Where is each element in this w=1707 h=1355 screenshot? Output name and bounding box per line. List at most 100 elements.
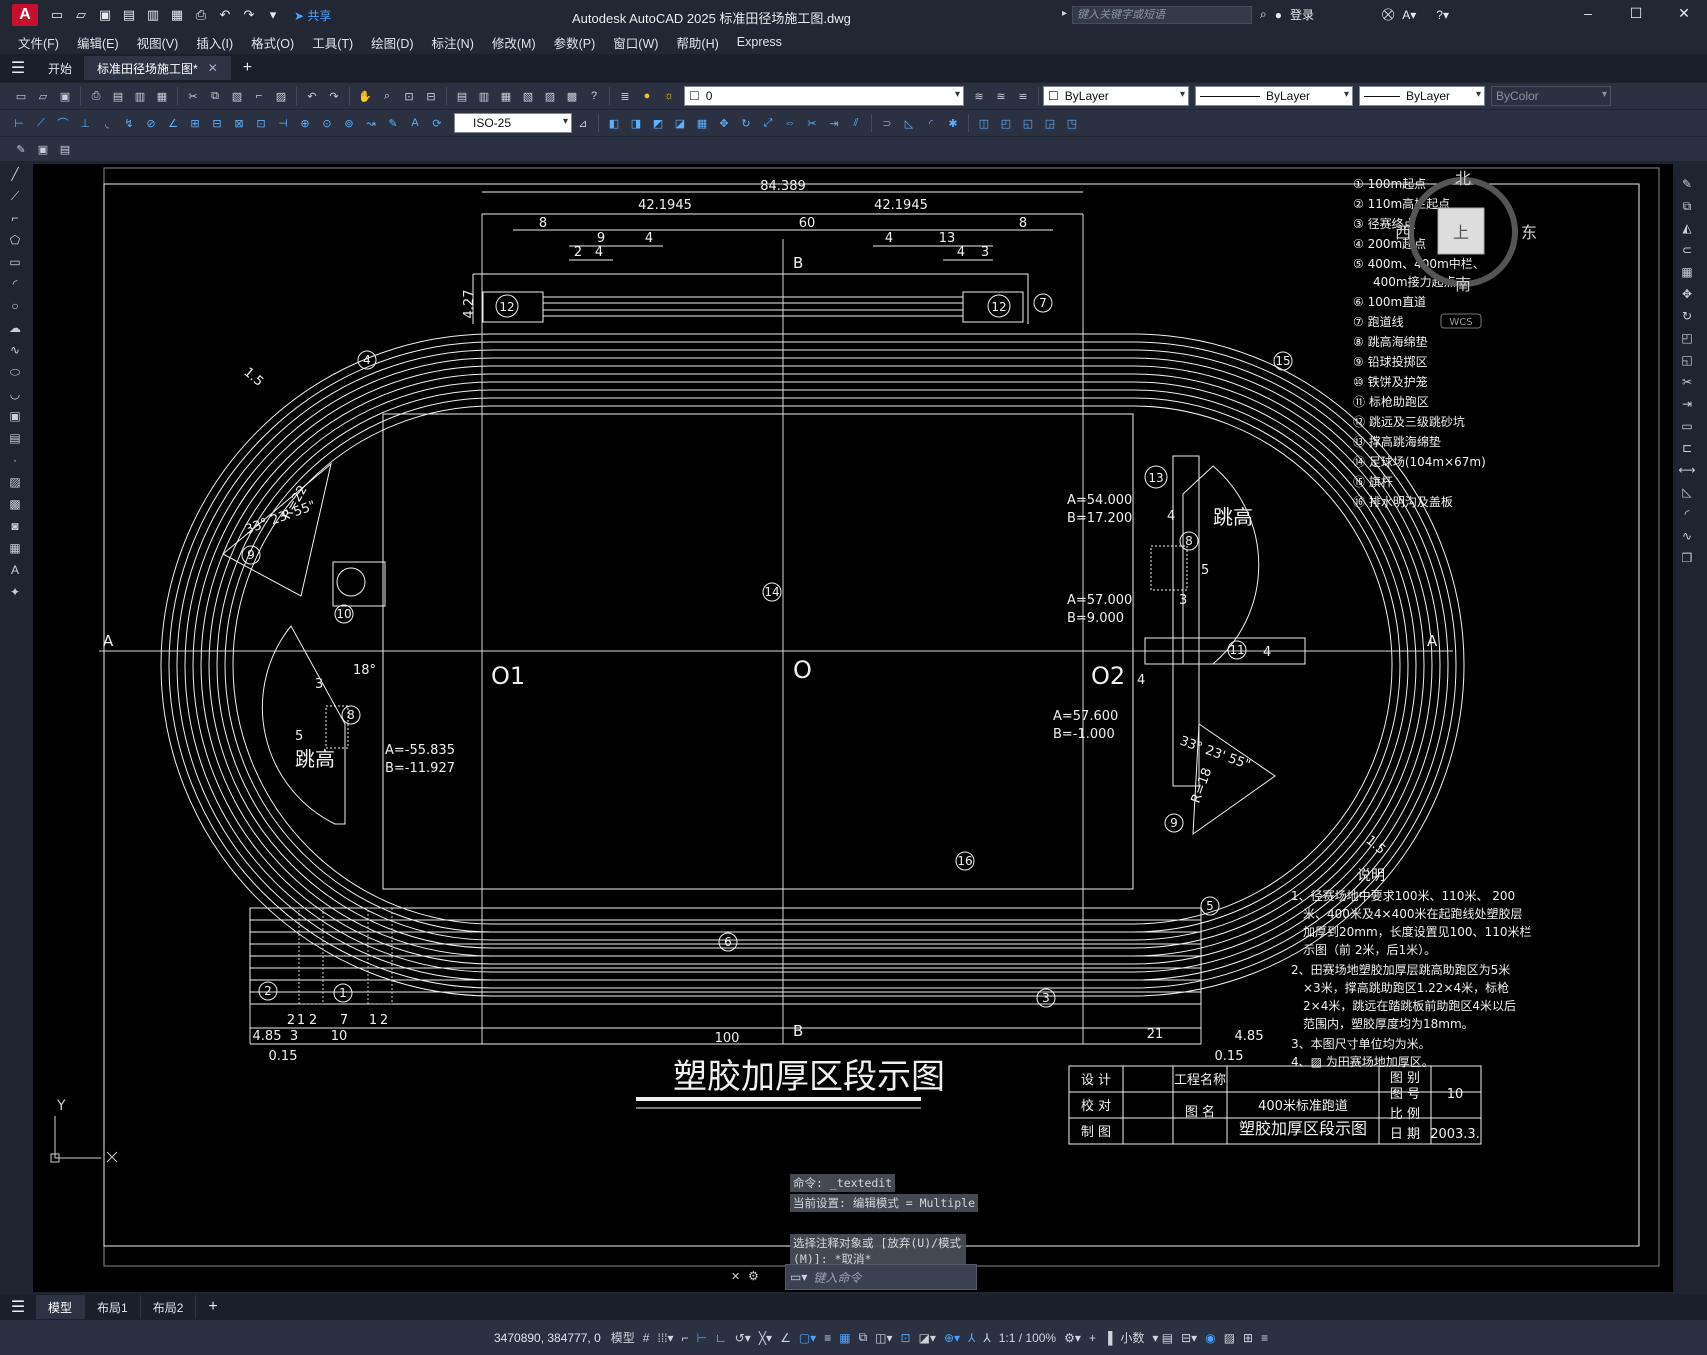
save-file-icon[interactable]: ▣ xyxy=(56,87,74,105)
tab-layout2[interactable]: 布局2 xyxy=(141,1295,197,1319)
graphics-performance-icon[interactable]: ▨ xyxy=(1224,1331,1235,1345)
save-icon[interactable]: ▣ xyxy=(96,6,114,24)
tab-layout1[interactable]: 布局1 xyxy=(85,1295,141,1319)
angular-dim-icon[interactable]: ∠ xyxy=(164,114,182,132)
continue-dim-icon[interactable]: ⊠ xyxy=(230,114,248,132)
sheet-set-icon[interactable]: ▧ xyxy=(519,87,537,105)
layer-state-icon[interactable]: ≌ xyxy=(1014,87,1032,105)
hatch-back-icon[interactable]: ◱ xyxy=(1019,114,1037,132)
layer-dropdown[interactable]: ☐ 0 ▾ xyxy=(684,86,964,106)
zoom-window-icon[interactable]: ⊡ xyxy=(400,87,418,105)
linetype-dropdown[interactable]: ByLayer ▾ xyxy=(1195,86,1353,106)
stretch-icon[interactable]: ⇔ xyxy=(781,114,799,132)
plotstyle-dropdown[interactable]: ByColor ▾ xyxy=(1491,86,1611,106)
lock-ui-icon[interactable]: ⊟▾ xyxy=(1181,1331,1197,1345)
layout-menu-icon[interactable]: ☰ xyxy=(0,1297,36,1317)
viewcube-east[interactable]: 东 xyxy=(1521,223,1537,242)
move-side-icon[interactable]: ✥ xyxy=(1678,285,1696,303)
ortho-icon[interactable]: ∟ xyxy=(715,1331,727,1345)
edit-attribute-icon[interactable]: ▣ xyxy=(34,140,52,158)
menu-format[interactable]: 格式(O) xyxy=(251,33,294,52)
transparency-icon[interactable]: ▦ xyxy=(839,1331,850,1345)
dynamic-ucs-icon[interactable]: ⊡ xyxy=(901,1331,911,1345)
print-icon[interactable]: ⎙ xyxy=(87,87,105,105)
make-current-layer-icon[interactable]: ≋ xyxy=(970,87,988,105)
zoom-previous-icon[interactable]: ⊟ xyxy=(422,87,440,105)
selection-cycling-icon[interactable]: ⧉ xyxy=(859,1330,868,1345)
help-icon[interactable]: ?▾ xyxy=(1436,8,1449,22)
chamfer-icon[interactable]: ◺ xyxy=(900,114,918,132)
menu-dimension[interactable]: 标注(N) xyxy=(432,33,474,52)
menu-file[interactable]: 文件(F) xyxy=(18,33,59,52)
stretch-side-icon[interactable]: ◱ xyxy=(1678,351,1696,369)
selection-filter-icon[interactable]: ◪▾ xyxy=(919,1331,936,1345)
offset-icon[interactable]: ◪ xyxy=(671,114,689,132)
workspace-gear-icon[interactable]: ⚙▾ xyxy=(1064,1331,1081,1345)
color-dropdown[interactable]: ☐ ByLayer ▾ xyxy=(1043,86,1189,106)
offset-side-icon[interactable]: ⊂ xyxy=(1678,241,1696,259)
menu-view[interactable]: 视图(V) xyxy=(137,33,179,52)
search-icon[interactable]: ⌕ xyxy=(1260,7,1267,22)
break-point-icon[interactable]: ▭ xyxy=(1678,417,1696,435)
jogged-dim-icon[interactable]: ↯ xyxy=(120,114,138,132)
dimstyle-manager-icon[interactable]: ⊿ xyxy=(574,114,592,132)
ordinate-dim-icon[interactable]: ⊥ xyxy=(76,114,94,132)
point-icon[interactable]: · xyxy=(6,451,24,469)
explode-side-icon[interactable]: ❒ xyxy=(1678,549,1696,567)
grid-icon[interactable]: # xyxy=(643,1331,650,1345)
model-space-button[interactable]: 模型 xyxy=(611,1329,635,1346)
chevron-right-icon[interactable]: ▸ xyxy=(1062,8,1067,19)
new-icon[interactable]: ▭ xyxy=(48,6,66,24)
auto-scale-icon[interactable]: ⅄ xyxy=(983,1331,990,1345)
autocad-logo-icon[interactable]: A xyxy=(12,4,38,26)
zoom-realtime-icon[interactable]: ⌕ xyxy=(378,87,396,105)
join-side-icon[interactable]: ⟷ xyxy=(1678,461,1696,479)
linear-dim-icon[interactable]: ⊢ xyxy=(10,114,28,132)
autodesk-account-icon[interactable]: A▾ xyxy=(1402,8,1416,22)
menu-tools[interactable]: 工具(T) xyxy=(312,33,353,52)
line-icon[interactable]: ╱ xyxy=(6,165,24,183)
design-center-icon[interactable]: ▥ xyxy=(475,87,493,105)
command-line[interactable]: ▭▾ 键入命令 xyxy=(785,1264,977,1290)
dim-edit-icon[interactable]: ✎ xyxy=(384,114,402,132)
paste-icon[interactable]: ▧ xyxy=(228,87,246,105)
open-icon[interactable]: ▱ xyxy=(72,6,90,24)
customize-status-icon[interactable]: ≡ xyxy=(1261,1331,1268,1345)
close-tab-icon[interactable]: ✕ xyxy=(208,61,218,75)
menu-window[interactable]: 窗口(W) xyxy=(613,33,658,52)
dim-break-icon[interactable]: ⊣ xyxy=(274,114,292,132)
help-toolbar-icon[interactable]: ? xyxy=(585,87,603,105)
copy-icon[interactable]: ⧉ xyxy=(206,87,224,105)
3d-osnap-icon[interactable]: ◫▾ xyxy=(875,1331,892,1345)
menu-parametric[interactable]: 参数(P) xyxy=(554,33,596,52)
lineweight-dropdown[interactable]: ByLayer ▾ xyxy=(1359,86,1485,106)
annotation-visibility-icon[interactable]: ⅄ xyxy=(968,1331,975,1345)
search-input[interactable]: 键入关键字或短语 xyxy=(1072,6,1252,24)
trim-side-icon[interactable]: ✂ xyxy=(1678,373,1696,391)
tolerance-icon[interactable]: ⊕ xyxy=(296,114,314,132)
ellipse-icon[interactable]: ⬭ xyxy=(6,363,24,381)
cut-icon[interactable]: ✂ xyxy=(184,87,202,105)
layer-freeze-icon[interactable]: ☼ xyxy=(660,87,678,105)
hatch-icon[interactable]: ▨ xyxy=(6,473,24,491)
text-front-icon[interactable]: ◰ xyxy=(997,114,1015,132)
menu-express[interactable]: Express xyxy=(737,35,782,49)
scale-icon[interactable]: ⤢ xyxy=(759,114,777,132)
layer-on-icon[interactable]: ● xyxy=(638,87,656,105)
construction-line-icon[interactable]: ⟋ xyxy=(6,187,24,205)
new-tab-icon[interactable]: + xyxy=(243,59,252,77)
command-customize-icon[interactable]: ⚙ xyxy=(748,1269,759,1283)
units-icon[interactable]: ▐ xyxy=(1104,1331,1113,1345)
save-as-icon[interactable]: ▤ xyxy=(120,6,138,24)
command-close-icon[interactable]: ✕ xyxy=(731,1270,740,1283)
mtext-icon[interactable]: A xyxy=(6,561,24,579)
hamburger-menu-icon[interactable]: ☰ xyxy=(0,58,36,78)
markup-icon[interactable]: ▨ xyxy=(541,87,559,105)
plot-icon[interactable]: ⎙ xyxy=(192,6,210,24)
isometric-icon[interactable]: ╳▾ xyxy=(759,1331,772,1345)
dynamic-input-icon[interactable]: ⊢ xyxy=(697,1331,707,1345)
erase-icon[interactable]: ◧ xyxy=(605,114,623,132)
trim-icon[interactable]: ✂ xyxy=(803,114,821,132)
rectangle-icon[interactable]: ▭ xyxy=(6,253,24,271)
open-web-icon[interactable]: ▥ xyxy=(144,6,162,24)
